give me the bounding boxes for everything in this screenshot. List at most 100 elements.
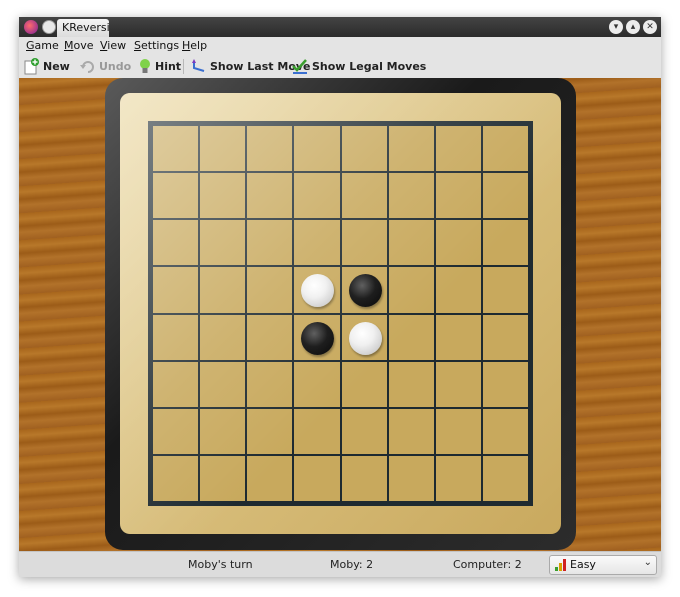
board-cell[interactable] — [293, 125, 341, 173]
board-cell[interactable] — [152, 360, 200, 408]
board-cell[interactable] — [199, 172, 247, 220]
board-cell[interactable] — [246, 266, 294, 314]
board-cell[interactable] — [387, 266, 435, 314]
menu-move[interactable]: Move — [64, 39, 94, 53]
minimize-icon[interactable]: ▾ — [609, 20, 623, 34]
last-move-arrow-icon — [192, 59, 205, 72]
board-cell[interactable] — [340, 266, 388, 314]
board-cell[interactable] — [340, 219, 388, 267]
close-icon[interactable]: ✕ — [643, 20, 657, 34]
board-cell[interactable] — [340, 454, 388, 502]
board-cell[interactable] — [152, 172, 200, 220]
menu-help[interactable]: Help — [182, 39, 207, 53]
difficulty-level-icon — [555, 559, 567, 571]
board-cell[interactable] — [246, 313, 294, 361]
board-cell[interactable] — [199, 219, 247, 267]
board-cell[interactable] — [434, 266, 482, 314]
turn-indicator: Moby's turn — [188, 558, 253, 571]
menu-bar: Game Move View Settings Help — [19, 37, 661, 55]
board-cell[interactable] — [387, 172, 435, 220]
board-cell[interactable] — [340, 407, 388, 455]
board-frame — [105, 78, 576, 550]
board-cell[interactable] — [199, 125, 247, 173]
board-cell[interactable] — [246, 172, 294, 220]
app-window: KReversi ▾ ▴ ✕ Game Move View Settings H… — [19, 17, 661, 577]
board-cell[interactable] — [387, 407, 435, 455]
board-cell[interactable] — [152, 219, 200, 267]
board-cell[interactable] — [434, 454, 482, 502]
computer-score: Computer: 2 — [453, 558, 522, 571]
menu-settings[interactable]: Settings — [134, 39, 179, 53]
show-legal-moves-button[interactable]: Show Legal Moves — [292, 57, 426, 76]
board-cell[interactable] — [434, 360, 482, 408]
board-cell[interactable] — [340, 313, 388, 361]
new-game-button[interactable]: New — [24, 57, 70, 76]
board-cell[interactable] — [152, 313, 200, 361]
board-cell[interactable] — [481, 407, 529, 455]
show-last-move-button[interactable]: Show Last Move — [191, 57, 311, 76]
board-cell[interactable] — [481, 219, 529, 267]
board-bezel — [120, 93, 561, 534]
lightbulb-icon — [140, 59, 150, 73]
undo-button[interactable]: Undo — [79, 57, 131, 76]
board-cell[interactable] — [199, 313, 247, 361]
board-cell[interactable] — [152, 454, 200, 502]
kreversi-app-icon[interactable] — [24, 20, 38, 34]
board-cell[interactable] — [481, 125, 529, 173]
title-bar: KReversi ▾ ▴ ✕ — [19, 17, 661, 37]
pin-icon[interactable] — [42, 20, 56, 34]
board-cell[interactable] — [293, 172, 341, 220]
board-cell[interactable] — [199, 360, 247, 408]
board-cell[interactable] — [481, 172, 529, 220]
window-title: KReversi — [57, 19, 110, 37]
board-cell[interactable] — [340, 125, 388, 173]
board-cell[interactable] — [152, 266, 200, 314]
board-cell[interactable] — [152, 125, 200, 173]
board-cell[interactable] — [199, 407, 247, 455]
board-cell[interactable] — [387, 454, 435, 502]
board-cell[interactable] — [481, 266, 529, 314]
board-cell[interactable] — [293, 454, 341, 502]
board-cell[interactable] — [387, 125, 435, 173]
maximize-icon[interactable]: ▴ — [626, 20, 640, 34]
board-cell[interactable] — [434, 125, 482, 173]
hint-button[interactable]: Hint — [137, 57, 181, 76]
board-cell[interactable] — [434, 313, 482, 361]
board-cell[interactable] — [434, 219, 482, 267]
board-cell[interactable] — [246, 407, 294, 455]
board-cell[interactable] — [293, 360, 341, 408]
board-cell[interactable] — [152, 407, 200, 455]
new-document-icon — [24, 58, 39, 75]
board-cell[interactable] — [387, 360, 435, 408]
board-cell[interactable] — [293, 219, 341, 267]
status-bar: Moby's turn Moby: 2 Computer: 2 Easy ⌄ — [19, 551, 661, 577]
white-disc — [301, 274, 335, 308]
board-cell[interactable] — [293, 407, 341, 455]
board-cell[interactable] — [434, 172, 482, 220]
menu-game[interactable]: Game — [26, 39, 59, 53]
board-cell[interactable] — [293, 313, 341, 361]
board-cell[interactable] — [246, 219, 294, 267]
toolbar: New Undo Hint Show Last Move Show Legal … — [19, 55, 661, 78]
board-cell[interactable] — [340, 172, 388, 220]
board-cell[interactable] — [246, 125, 294, 173]
board-cell[interactable] — [199, 454, 247, 502]
chevron-down-icon: ⌄ — [643, 557, 652, 568]
game-board — [148, 121, 533, 506]
board-cell[interactable] — [434, 407, 482, 455]
board-cell[interactable] — [199, 266, 247, 314]
board-cell[interactable] — [387, 313, 435, 361]
board-cell[interactable] — [481, 313, 529, 361]
player-score: Moby: 2 — [330, 558, 374, 571]
difficulty-select[interactable]: Easy ⌄ — [549, 555, 657, 575]
board-cell[interactable] — [246, 454, 294, 502]
game-area — [19, 78, 661, 551]
board-cell[interactable] — [481, 454, 529, 502]
board-cell[interactable] — [387, 219, 435, 267]
board-cell[interactable] — [246, 360, 294, 408]
menu-view[interactable]: View — [100, 39, 126, 53]
board-cell[interactable] — [481, 360, 529, 408]
undo-icon — [80, 61, 94, 73]
board-cell[interactable] — [340, 360, 388, 408]
board-cell[interactable] — [293, 266, 341, 314]
